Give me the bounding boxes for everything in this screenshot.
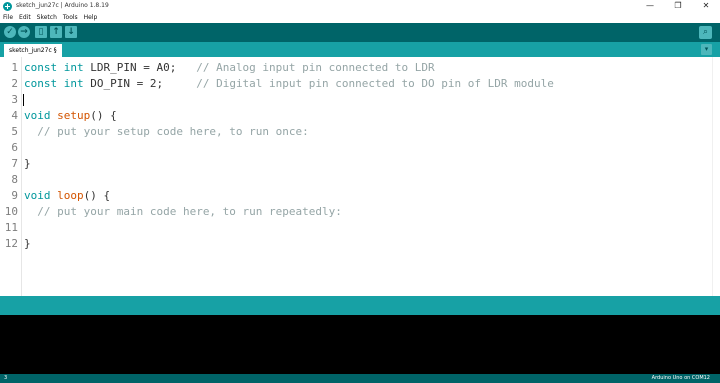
menu-help[interactable]: Help (81, 12, 101, 23)
line-number: 7 (11, 157, 18, 170)
code-comment: // put your main code here, to run repea… (37, 205, 342, 218)
status-bar: 3 Arduino Uno on COM12 (0, 374, 720, 383)
tab-menu-icon[interactable]: ▾ (701, 44, 712, 55)
maximize-button[interactable]: ❐ (664, 0, 692, 12)
code-text: DO_PIN = 2; (83, 77, 197, 90)
tab-sketch[interactable]: sketch_jun27c § (4, 44, 62, 57)
code-keyword: const int (24, 77, 84, 90)
line-number: 11 (4, 221, 18, 234)
code-comment: // put your setup code here, to run once… (37, 125, 309, 138)
line-number: 8 (11, 173, 18, 186)
code-line-7: } (24, 156, 31, 172)
line-number: 10 (4, 205, 18, 218)
menu-edit[interactable]: Edit (16, 12, 34, 23)
code-keyword: const int (24, 61, 84, 74)
status-board: Arduino Uno on COM12 (651, 375, 710, 381)
status-line-number: 3 (4, 375, 8, 381)
code-text: LDR_PIN = A0; (83, 61, 197, 74)
new-sketch-icon[interactable]: ▯ (35, 26, 47, 38)
code-editor[interactable]: 1 2 3 4 5 6 7 8 9 10 11 12 const int LDR… (0, 57, 720, 296)
upload-icon[interactable]: → (18, 26, 30, 38)
serial-monitor-icon[interactable]: ⌕ (699, 26, 712, 39)
menu-sketch[interactable]: Sketch (34, 12, 60, 23)
save-sketch-icon[interactable]: ↓ (65, 26, 77, 38)
line-number: 5 (11, 125, 18, 138)
code-line-2: const int DO_PIN = 2; // Digital input p… (24, 76, 554, 92)
code-text: () { (83, 189, 111, 202)
line-number: 6 (11, 141, 18, 154)
line-number: 1 (11, 61, 18, 74)
console-divider[interactable] (0, 296, 720, 315)
menu-tools[interactable]: Tools (60, 12, 81, 23)
code-comment: // Analog input pin connected to LDR (196, 61, 435, 74)
tab-bar: sketch_jun27c § ▾ (0, 42, 720, 57)
code-text: } (24, 237, 31, 250)
line-number-gutter: 1 2 3 4 5 6 7 8 9 10 11 12 (0, 57, 22, 296)
output-console (0, 315, 720, 374)
line-number: 9 (11, 189, 18, 202)
toolbar: ✓ → ▯ ↑ ↓ ⌕ (0, 23, 720, 42)
vertical-scrollbar[interactable] (712, 57, 720, 296)
code-line-4: void setup() { (24, 108, 117, 124)
code-line-5: // put your setup code here, to run once… (24, 124, 309, 140)
line-number: 3 (11, 93, 18, 106)
menu-bar: File Edit Sketch Tools Help (0, 12, 720, 23)
code-keyword: void (24, 109, 51, 122)
code-line-9: void loop() { (24, 188, 110, 204)
code-comment: // Digital input pin connected to DO pin… (196, 77, 554, 90)
code-text: () { (90, 109, 117, 122)
minimize-button[interactable]: — (636, 0, 664, 12)
open-sketch-icon[interactable]: ↑ (50, 26, 62, 38)
line-number: 2 (11, 77, 18, 90)
code-text: } (24, 157, 31, 170)
menu-file[interactable]: File (0, 12, 16, 23)
text-caret (23, 94, 24, 106)
code-line-1: const int LDR_PIN = A0; // Analog input … (24, 60, 435, 76)
code-line-12: } (24, 236, 31, 252)
arduino-logo-icon (3, 1, 12, 11)
code-function: loop (57, 189, 84, 202)
line-number: 12 (4, 237, 18, 250)
window-title: sketch_jun27c | Arduino 1.8.19 (16, 2, 109, 9)
code-line-10: // put your main code here, to run repea… (24, 204, 342, 220)
title-bar: sketch_jun27c | Arduino 1.8.19 — ❐ ✕ (0, 0, 720, 12)
close-button[interactable]: ✕ (692, 0, 720, 12)
line-number: 4 (11, 109, 18, 122)
code-keyword: void (24, 189, 51, 202)
window-controls: — ❐ ✕ (636, 0, 720, 12)
code-function: setup (57, 109, 91, 122)
verify-icon[interactable]: ✓ (4, 26, 16, 38)
